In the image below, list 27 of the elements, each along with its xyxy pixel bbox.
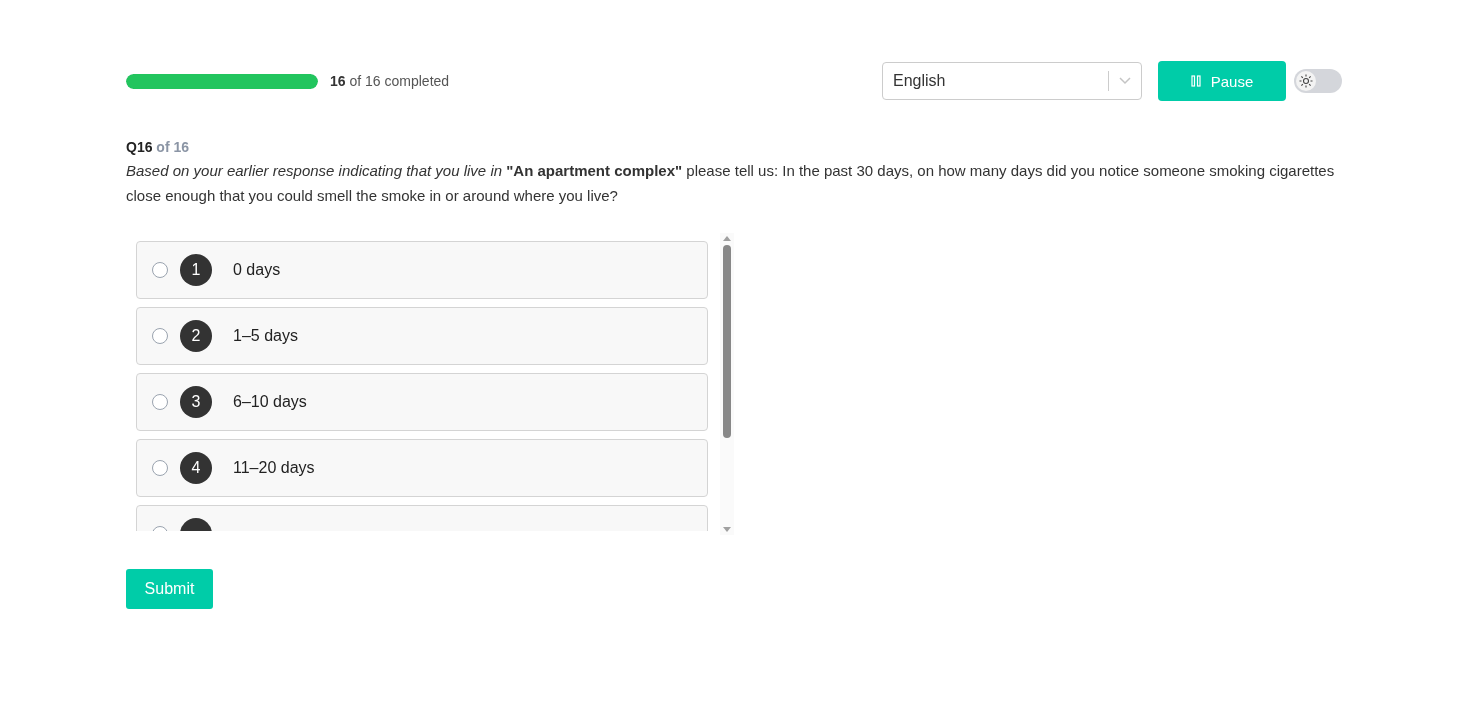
option-label: 11–20 days xyxy=(233,459,315,477)
option-label: 1–5 days xyxy=(233,327,298,345)
radio-button[interactable] xyxy=(152,460,168,476)
scroll-down-arrow-icon[interactable] xyxy=(723,527,731,532)
answer-option[interactable]: 1 0 days xyxy=(136,241,709,299)
option-number: 4 xyxy=(180,452,212,484)
chevron-down-icon xyxy=(1119,77,1131,85)
answer-option[interactable]: 4 11–20 days xyxy=(136,439,709,497)
radio-button[interactable] xyxy=(152,262,168,278)
sun-icon xyxy=(1299,74,1313,88)
theme-toggle[interactable] xyxy=(1294,69,1342,93)
progress-text: 16 of 16 completed xyxy=(330,73,450,89)
radio-button[interactable] xyxy=(152,394,168,410)
language-select[interactable]: English xyxy=(882,62,1142,100)
answer-option[interactable]: 3 6–10 days xyxy=(136,373,709,431)
option-number: 3 xyxy=(180,386,212,418)
option-label: 0 days xyxy=(233,261,281,279)
option-number: 1 xyxy=(180,254,212,286)
pause-icon xyxy=(1190,75,1201,87)
answer-option[interactable]: 2 1–5 days xyxy=(136,307,709,365)
scrollbar[interactable] xyxy=(720,233,734,535)
question-number: Q16 of 16 xyxy=(126,139,191,155)
option-label: 6–10 days xyxy=(233,393,307,411)
option-number: 2 xyxy=(180,320,212,352)
radio-button[interactable] xyxy=(152,328,168,344)
question-text: Based on your earlier response indicating that you live in "An apartment complex" please tell us: In the past 30 days, on how many days did you notice someone smoking cigarettes close enough that you could smell the smoke in or around where you live? xyxy=(126,161,1336,206)
scroll-up-arrow-icon[interactable] xyxy=(723,236,731,241)
